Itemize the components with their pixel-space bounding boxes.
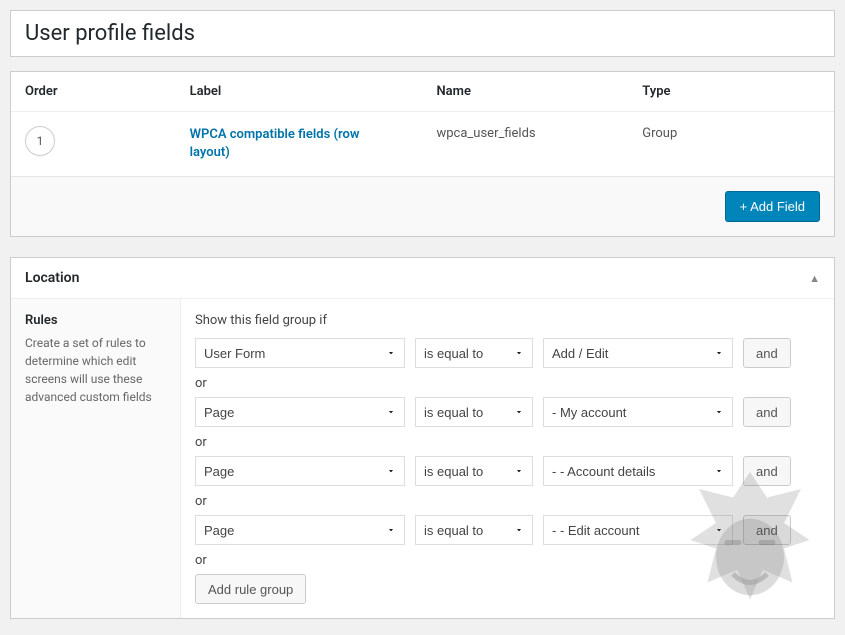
rules-title: Rules [25,313,166,328]
rule-param-select[interactable]: Page [195,397,405,427]
and-button[interactable]: and [743,397,791,427]
fields-table: Order Label Name Type 1 WPCA compatible … [11,72,834,176]
rule-value-select[interactable]: Add / Edit [543,338,733,368]
rule-operator-select[interactable]: is equal to [415,397,533,427]
rules-desc: Create a set of rules to determine which… [25,334,166,406]
rule-operator-select[interactable]: is equal to [415,456,533,486]
or-separator: or [195,376,820,391]
rule-row: User Form is equal to Add / Edit and [195,338,820,368]
order-badge[interactable]: 1 [25,126,55,156]
and-button[interactable]: and [743,456,791,486]
and-button[interactable]: and [743,338,791,368]
rules-main: Show this field group if User Form is equ… [181,299,834,618]
fields-panel: Order Label Name Type 1 WPCA compatible … [10,71,835,237]
table-row: 1 WPCA compatible fields (row layout) wp… [11,112,834,177]
field-label-link[interactable]: WPCA compatible fields (row layout) [190,126,400,162]
rule-operator-select[interactable]: is equal to [415,515,533,545]
rule-value-select[interactable]: - My account [543,397,733,427]
col-type: Type [628,72,834,112]
or-separator: or [195,494,820,509]
location-title: Location [25,270,79,286]
page-title: User profile fields [11,11,834,56]
rule-param-select[interactable]: Page [195,456,405,486]
add-rule-group-button[interactable]: Add rule group [195,574,306,604]
add-field-button[interactable]: + Add Field [725,191,820,222]
or-separator-final: or [195,553,820,568]
rule-param-select[interactable]: User Form [195,338,405,368]
col-name: Name [422,72,628,112]
field-type: Group [628,112,834,177]
rule-row: Page is equal to - - Account details and [195,456,820,486]
rule-row: Page is equal to - My account and [195,397,820,427]
rule-operator-select[interactable]: is equal to [415,338,533,368]
field-name: wpca_user_fields [422,112,628,177]
rule-value-select[interactable]: - - Account details [543,456,733,486]
col-label: Label [176,72,423,112]
col-order: Order [11,72,176,112]
rule-param-select[interactable]: Page [195,515,405,545]
location-header[interactable]: Location ▲ [11,258,834,299]
rule-row: Page is equal to - - Edit account and [195,515,820,545]
rules-sidebar: Rules Create a set of rules to determine… [11,299,181,618]
collapse-icon[interactable]: ▲ [809,272,820,285]
and-button[interactable]: and [743,515,791,545]
location-panel: Location ▲ Rules Create a set of rules t… [10,257,835,619]
rule-value-select[interactable]: - - Edit account [543,515,733,545]
rules-intro: Show this field group if [195,313,820,328]
table-footer: + Add Field [11,176,834,236]
title-panel: User profile fields [10,10,835,57]
or-separator: or [195,435,820,450]
